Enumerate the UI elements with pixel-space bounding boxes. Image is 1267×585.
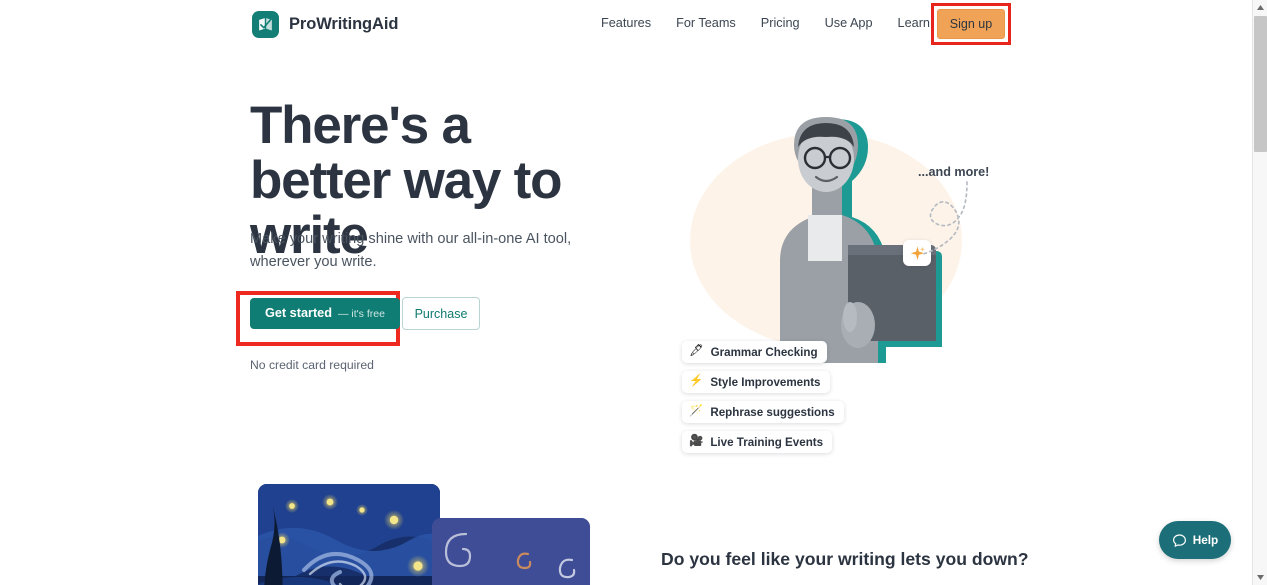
purchase-button[interactable]: Purchase [402, 297, 480, 330]
nav-learn[interactable]: Learn [898, 16, 930, 30]
signup-button[interactable]: Sign up [937, 9, 1005, 39]
site-header: ProWritingAid Features For Teams Pricing… [0, 0, 1252, 49]
section-heading: Do you feel like your writing lets you d… [661, 549, 1029, 569]
vertical-scrollbar[interactable] [1252, 0, 1267, 585]
help-widget-button[interactable]: Help [1159, 521, 1231, 559]
hero-illustration: 🖋 Grammar Checking ⚡ Style Improvements … [660, 105, 1005, 453]
get-started-button[interactable]: Get started — it's free [250, 298, 400, 329]
brand-name: ProWritingAid [289, 15, 399, 33]
feature-chip-label: Style Improvements [710, 375, 821, 389]
feature-chip: ⚡ Style Improvements [682, 371, 830, 393]
and-more-label: ...and more! [918, 165, 990, 179]
signup-annotation-box: Sign up [931, 3, 1011, 45]
curly-arrow-icon [922, 181, 968, 255]
feature-chip-label: Grammar Checking [710, 345, 818, 359]
hero-subtitle: Make your writing shine with our all-in-… [250, 231, 572, 270]
scroll-down-arrow[interactable] [1253, 570, 1267, 585]
starry-night-card [258, 484, 440, 585]
pen-icon: 🖋 [689, 345, 704, 358]
browser-viewport: ProWritingAid Features For Teams Pricing… [0, 0, 1252, 585]
get-started-suffix: — it's free [337, 308, 385, 320]
scrollbar-thumb[interactable] [1254, 16, 1267, 152]
get-started-label: Get started [265, 306, 332, 320]
feature-chip: 🎥 Live Training Events [682, 431, 833, 453]
help-label: Help [1192, 533, 1219, 547]
magic-wand-icon: 🪄 [689, 405, 704, 418]
page-root: ProWritingAid Features For Teams Pricing… [0, 0, 1267, 585]
nav-features[interactable]: Features [601, 16, 651, 30]
blue-doodle-card [432, 518, 590, 585]
feature-chip: 🖋 Grammar Checking [682, 341, 827, 363]
book-check-icon [252, 11, 279, 38]
feature-chip: 🪄 Rephrase suggestions [682, 401, 844, 423]
feature-chip-label: Rephrase suggestions [710, 405, 835, 419]
feature-chip-label: Live Training Events [710, 435, 824, 449]
nav-use-app[interactable]: Use App [825, 16, 873, 30]
chat-bubble-icon [1172, 533, 1186, 547]
lightning-bolt-icon: ⚡ [689, 375, 704, 388]
scroll-up-arrow[interactable] [1253, 0, 1267, 15]
no-credit-card-note: No credit card required [250, 358, 374, 372]
nav-for-teams[interactable]: For Teams [676, 16, 736, 30]
nav-pricing[interactable]: Pricing [761, 16, 800, 30]
video-camera-icon: 🎥 [689, 435, 704, 448]
brand-logo[interactable]: ProWritingAid [252, 11, 398, 38]
